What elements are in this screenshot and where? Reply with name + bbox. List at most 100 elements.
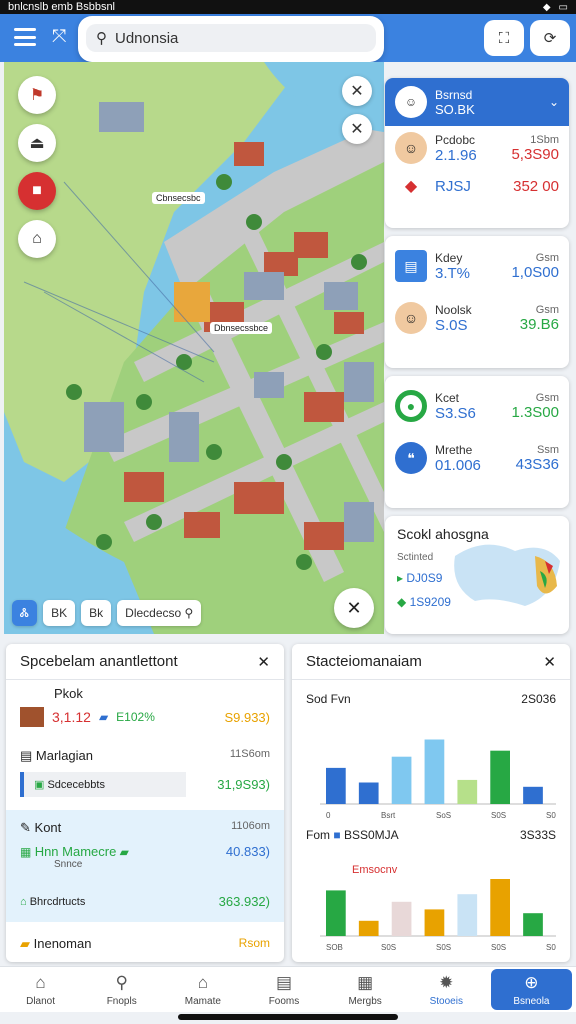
store-icon (20, 707, 44, 727)
stats-card-2[interactable]: ▤ Kdey 3.T% Gsm 1,0S00 ☺ Noolsk S.0S Gsm 39.… (385, 236, 569, 368)
tick-label: S0S (546, 943, 556, 952)
nav-item-1[interactable]: ⚲ Fnopls (81, 967, 162, 1012)
nav-label: Mergbs (348, 995, 382, 1007)
bar (457, 779, 478, 804)
item-label: Inenoman (33, 936, 92, 951)
map-filter-b[interactable]: BK (43, 600, 76, 626)
right-panel: Stacteiomanaiam ✕ Sod Fvn 2S036 0 Bsrt SoS S… (292, 644, 570, 962)
item-label: Kdey (435, 250, 463, 265)
map-close-button-2[interactable]: ✕ (342, 114, 372, 144)
tick-label: S0S (381, 943, 396, 952)
item-right-value: 363.932) (218, 894, 270, 909)
star-icon: ✹ (439, 972, 454, 992)
city-map[interactable]: ⚑ ⏏ ■ ⌂ ✕ ✕ Cbnsecsbc Dbnsecssbce Ꮬ BK B… (4, 62, 384, 634)
map-tools-button[interactable]: ✕ (334, 588, 374, 628)
avatar: ☺ (395, 86, 427, 118)
bus-icon: ▰ (98, 710, 109, 724)
card-header-value: SO.BK (435, 101, 475, 117)
search-icon: ⚲ (184, 606, 194, 620)
bar (523, 913, 543, 936)
flag-icon: ◆ (397, 595, 407, 609)
tool-layer-button[interactable]: ⏏ (18, 124, 56, 162)
item-right-label: Ssm (537, 443, 559, 456)
bar (490, 750, 510, 804)
item-value: 3,1.12 (52, 709, 91, 725)
item-right-value: 352 00 (513, 177, 559, 195)
tick-label: S0S (491, 811, 506, 820)
chart2-legend: BSS0MJA (343, 828, 399, 842)
layers-icon: ⏏ (29, 135, 45, 152)
nav-item-3[interactable]: ▤ Fooms (243, 967, 324, 1012)
bar (424, 739, 445, 804)
list-item[interactable]: Pkok 3,1.12 ▰ E102% S9.933) (6, 686, 284, 727)
nav-label: Fnopls (106, 995, 137, 1007)
item-label: Mrethe (435, 442, 473, 457)
nav-item-6[interactable]: ⊕ Bsneola (490, 969, 572, 1010)
nav-item-2[interactable]: ⌂ Mamate (162, 967, 243, 1012)
map-search-chip[interactable]: Dlecdecso ⚲ (117, 600, 202, 626)
close-icon[interactable]: ✕ (257, 653, 270, 671)
house-icon: ⌂ (197, 972, 208, 992)
list-item: ☺ Noolsk S.0S Gsm 39.B6 (385, 296, 569, 340)
bar (391, 901, 412, 936)
refresh-button[interactable]: ⟳ (530, 20, 570, 56)
item-right-value: S9.933) (224, 709, 270, 725)
item-sub-field[interactable]: ▣ Sdcecebbts (20, 772, 186, 797)
map-filter-c[interactable]: Bk (81, 600, 112, 626)
list-item-selected[interactable]: ✎ Kont 1106om ▦ Hnn Mamecre ▰ 40.833) Sn… (6, 820, 284, 870)
bar (326, 890, 346, 936)
item-right-value: 5,3S90 (511, 145, 559, 163)
close-icon: ✕ (350, 83, 364, 100)
book-icon: ▰ (20, 936, 30, 951)
item-right-value: 1,0S00 (511, 263, 559, 281)
world-card[interactable]: Scokl ahosgna Sctinted ▸ DJ0S9 ◆ 1S9209 (385, 516, 569, 634)
tick-label: SOB (326, 943, 343, 952)
flag-icon: ⚑ (29, 87, 45, 104)
list-item: ◆ RJSJ 352 00 (385, 170, 569, 202)
card-header: ☺ Bsrnsd SO.BK ⌄ (385, 78, 569, 126)
map-label-2[interactable]: Dbnsecssbce (210, 322, 273, 334)
status-text: bnlcnslb emb Bsbbsnl (8, 1, 116, 13)
item-sub: Snnce (54, 859, 83, 870)
tool-home-button[interactable]: ⌂ (18, 220, 56, 258)
chevron-down-icon[interactable]: ⌄ (549, 95, 559, 109)
item-right-value: 1.3S00 (511, 403, 559, 421)
close-icon[interactable]: ✕ (543, 653, 556, 671)
item-sub: Sdcecebbts (47, 779, 105, 791)
tick-label: Bsrt (381, 811, 396, 820)
menu-icon[interactable] (14, 28, 36, 46)
list-item: ▤ Kdey 3.T% Gsm 1,0S00 (385, 244, 569, 288)
map-filter-a[interactable]: Ꮬ (12, 600, 38, 626)
list-item[interactable]: ▤ Marlagian 11S6om ▣ Sdcecebbts 31,9S93) (6, 748, 284, 797)
nav-item-0[interactable]: ⌂ Dlanot (0, 967, 81, 1012)
left-panel: Spcebelam anantlettont ✕ Pkok 3,1.12 ▰ E1… (6, 644, 284, 962)
item-right-value: 43S36 (515, 455, 559, 473)
stats-card-3[interactable]: ● Kcet S3.S6 Gsm 1.3S00 ❝ Mrethe 01.006 Ssm… (385, 376, 569, 508)
nav-item-5[interactable]: ✹ Stooeis (406, 967, 487, 1012)
tool-flag-button[interactable]: ⚑ (18, 76, 56, 114)
bar (391, 756, 412, 804)
chart2-label: Fom (306, 828, 330, 842)
grid-icon: ▦ (357, 972, 374, 992)
map-label[interactable]: Cbnsecsbc (152, 192, 205, 204)
world-value-1: DJ0S9 (406, 571, 443, 585)
alert-icon: ■ (32, 182, 42, 199)
stats-card-1[interactable]: ☺ Bsrnsd SO.BK ⌄ ☺ Pcdobc 2.1.96 1Sbm 5,3S… (385, 78, 569, 228)
nav-item-4[interactable]: ▦ Mergbs (325, 967, 406, 1012)
item-right-label: Rsom (238, 936, 270, 950)
map-mode-button[interactable]: ⛶ (484, 20, 524, 56)
search-box[interactable]: ⚲ Udnonsia (78, 16, 384, 62)
chart1-total: 2S036 (521, 692, 556, 706)
chart1-label: Sod Fvn (306, 692, 351, 706)
item-label: Kont (34, 820, 62, 835)
list-item[interactable]: ▰ Inenoman Rsom (6, 936, 284, 952)
tool-alert-button[interactable]: ■ (18, 172, 56, 210)
bar (358, 920, 379, 936)
search-input[interactable]: Udnonsia (115, 30, 178, 47)
list-item[interactable]: ⌂ Bhrcdrtucts 363.932) (6, 894, 284, 909)
top-bar: ⤧ ⚲ Udnonsia ⛶ ⟳ (0, 14, 576, 62)
nav-label: Mamate (184, 995, 221, 1007)
list-item: ● Kcet S3.S6 Gsm 1.3S00 (385, 384, 569, 428)
collapse-icon[interactable]: ⤧ (52, 26, 66, 47)
map-close-button[interactable]: ✕ (342, 76, 372, 106)
